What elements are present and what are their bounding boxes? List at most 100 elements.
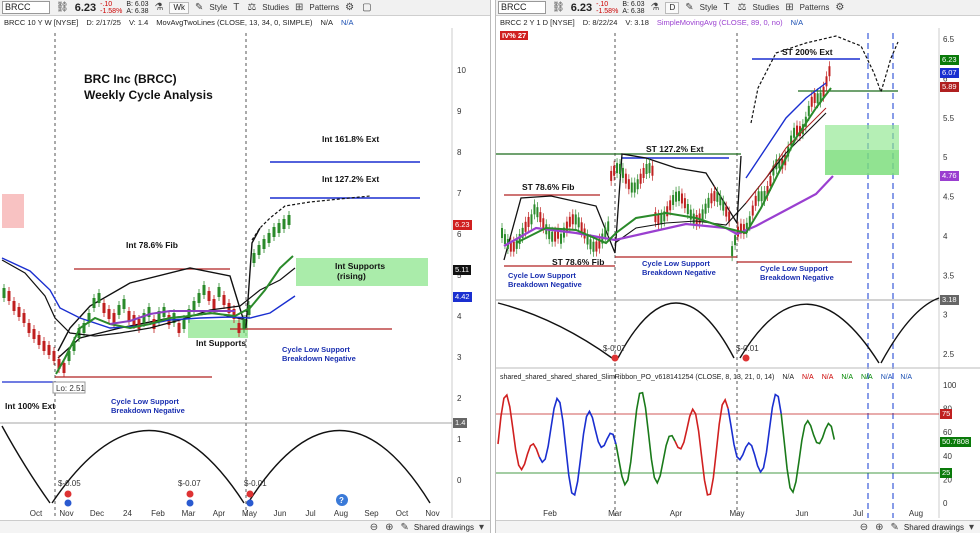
text-tool-icon[interactable]: T	[721, 2, 731, 13]
settings-icon[interactable]: ⚙	[343, 2, 356, 13]
candle-body	[757, 191, 760, 202]
timeframe-button[interactable]: Wk	[169, 1, 190, 14]
candle-body	[527, 216, 530, 227]
candle-body	[704, 203, 707, 214]
candle-body	[633, 182, 636, 193]
candle-body	[539, 212, 542, 223]
candle-body	[107, 309, 111, 319]
candle-body	[624, 173, 627, 184]
candle-body	[574, 214, 577, 225]
cycle-low-b2: Breakdown Negative	[642, 268, 716, 277]
candle-body	[551, 231, 554, 242]
zoom-out-icon[interactable]: ⊖	[368, 522, 380, 533]
candle-body	[816, 93, 819, 104]
weekly-chart-canvas[interactable]: 109876543210 BRC Inc (BRCC) Weekly Cycle…	[0, 28, 491, 533]
candle-body	[97, 293, 101, 303]
weekly-chart-panel: BRCC ⛓ 6.23 -.10 -1.58% B: 6.03 A: 6.38 …	[0, 0, 491, 533]
candle-body	[137, 319, 141, 329]
zoom-out-icon[interactable]: ⊖	[858, 522, 870, 533]
candle-body	[217, 287, 221, 297]
candle-body	[695, 214, 698, 225]
studies-icon[interactable]: ⚖	[245, 2, 258, 13]
y-tick-label: 3	[943, 311, 948, 320]
bid-value: B: 6.03	[622, 0, 645, 8]
x-tick-label: Nov	[425, 509, 439, 518]
osc-tag-25: 25	[940, 468, 953, 478]
oscillator-segment	[780, 413, 836, 495]
zoom-in-icon[interactable]: ⊕	[383, 522, 395, 533]
link-icon[interactable]: ⛓	[550, 2, 567, 13]
daily-chart-canvas[interactable]: 6.565.554.543.532.5 ST 200% Ext ST 127.2…	[496, 28, 980, 533]
maximize-icon[interactable]: ▢	[360, 2, 373, 13]
candle-body	[769, 176, 772, 187]
candle-body	[267, 233, 271, 243]
chart-title-2: Weekly Cycle Analysis	[84, 88, 213, 102]
cycle-low-label-2: Breakdown Negative	[282, 354, 356, 363]
settings-icon[interactable]: ⚙	[833, 2, 846, 13]
osc-y-tick: 60	[943, 428, 952, 437]
draw-icon[interactable]: ✎	[683, 2, 695, 13]
patterns-icon[interactable]: ⊞	[783, 2, 795, 13]
oscillator-title[interactable]: shared_shared_shared_shared_SlimRibbon_P…	[500, 374, 774, 381]
zoom-in-icon[interactable]: ⊕	[873, 522, 885, 533]
candle-body	[751, 205, 754, 216]
change-value: -.10	[100, 0, 113, 8]
study-label[interactable]: SimpleMovingAvg (CLOSE, 89, 0, no)	[657, 18, 783, 27]
drawings-icon[interactable]: ✎	[889, 522, 901, 533]
studies-button[interactable]: Studies	[262, 3, 289, 12]
x-tick-label: Feb	[151, 509, 165, 518]
dropdown-icon[interactable]: ▾	[477, 522, 486, 533]
symbol-input[interactable]: BRCC	[498, 1, 546, 14]
st-786-label-b: ST 78.6% Fib	[552, 257, 604, 267]
chart-title: BRCC 10 Y W [NYSE]	[4, 17, 79, 27]
patterns-button[interactable]: Patterns	[800, 3, 830, 12]
x-tick-label: Dec	[90, 509, 104, 518]
style-button[interactable]: Style	[700, 3, 718, 12]
bid-ask: B: 6.03 A: 6.38	[622, 1, 644, 15]
timeframe-button[interactable]: D	[665, 1, 680, 14]
shared-drawings-button[interactable]: Shared drawings	[414, 523, 474, 532]
study-label[interactable]: MovAvgTwoLines (CLOSE, 13, 34, 0, SIMPLE…	[156, 18, 312, 27]
oscillator-title-line: shared_shared_shared_shared_SlimRibbon_P…	[496, 371, 980, 383]
candle-body	[648, 163, 651, 174]
text-tool-icon[interactable]: T	[231, 2, 241, 13]
oscillator-lines	[497, 391, 836, 497]
candle-body	[651, 165, 654, 176]
candle-body	[657, 214, 660, 225]
candle-body	[660, 214, 663, 225]
link-icon[interactable]: ⛓	[54, 2, 71, 13]
candle-body	[12, 301, 16, 311]
studies-button[interactable]: Studies	[753, 3, 780, 12]
candle-body	[810, 96, 813, 107]
candle-body	[636, 179, 639, 190]
candle-body	[277, 223, 281, 233]
dropdown-icon[interactable]: ▾	[967, 522, 976, 533]
drawings-icon[interactable]: ✎	[399, 522, 411, 533]
candle-body	[710, 193, 713, 204]
shared-drawings-button[interactable]: Shared drawings	[904, 523, 964, 532]
change-value: -.10	[596, 0, 609, 8]
candle-body	[122, 299, 126, 309]
cursor-value: V: 1.4	[128, 17, 149, 27]
symbol-input[interactable]: BRCC	[2, 1, 50, 14]
x-tick-label: Aug	[334, 509, 348, 518]
style-button[interactable]: Style	[209, 3, 227, 12]
candle-body	[571, 214, 574, 225]
patterns-icon[interactable]: ⊞	[293, 2, 305, 13]
candle-body	[257, 245, 261, 255]
candle-body	[678, 191, 680, 202]
patterns-button[interactable]: Patterns	[309, 3, 339, 12]
flask-icon[interactable]: ⚗	[649, 2, 662, 13]
cycle-low-label-1: Cycle Low Support	[282, 345, 350, 354]
studies-icon[interactable]: ⚖	[736, 2, 749, 13]
y-tick-label: 2.5	[943, 350, 955, 359]
draw-icon[interactable]: ✎	[193, 2, 205, 13]
candle-body	[27, 323, 31, 333]
flask-icon[interactable]: ⚗	[153, 2, 166, 13]
candle-body	[242, 319, 246, 329]
candle-body	[592, 241, 595, 252]
left-x-axis: Oct Nov Dec 24 Feb Mar Apr May Jun Jul Aug Sep Oct No…	[30, 509, 440, 518]
y-tick-label: 0	[457, 476, 462, 485]
candle-body	[630, 182, 633, 193]
dividend-2: $-0.07	[178, 479, 201, 488]
